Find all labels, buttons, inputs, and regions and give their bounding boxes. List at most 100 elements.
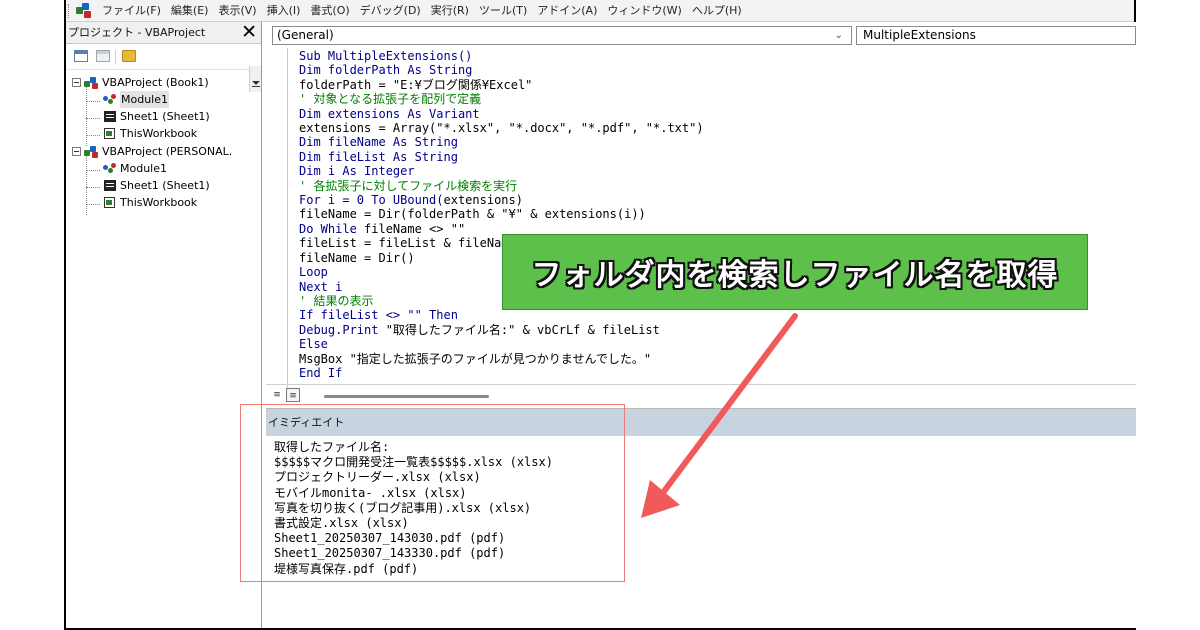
excel-app-icon[interactable]: [76, 2, 92, 19]
callout-text: フォルダ内を検索しファイル名を取得: [531, 258, 1059, 293]
tree-item-sheet1[interactable]: Sheet1 (Sheet1): [102, 177, 210, 194]
collapse-icon[interactable]: [72, 78, 81, 87]
scroll-down-icon[interactable]: [252, 81, 260, 85]
code-line: ' 対象となる拡張子を配列で定義: [299, 92, 704, 106]
code-token: ' 結果の表示: [299, 293, 374, 308]
workbook-icon: [102, 127, 117, 140]
menu-bar: ファイル(F) 編集(E) 表示(V) 挿入(I) 書式(O) デバッグ(D) …: [66, 0, 1134, 22]
callout-banner: フォルダ内を検索しファイル名を取得: [502, 234, 1088, 310]
procedure-view-icon[interactable]: ≡: [270, 388, 284, 402]
output-line: 堤様写真保存.pdf (pdf): [274, 561, 419, 576]
tree-item-label: ThisWorkbook: [120, 127, 198, 140]
code-line: Sub MultipleExtensions(): [299, 49, 704, 63]
tree-connector: [86, 187, 100, 188]
project-explorer-toolbar: [66, 44, 261, 92]
object-dropdown[interactable]: (General) ⌄: [272, 26, 852, 45]
margin-indicator-bar[interactable]: [266, 48, 288, 388]
code-token: Next i: [299, 279, 343, 294]
code-token: extensions = Array("*.xlsx", "*.docx", "…: [299, 121, 704, 136]
menu-format[interactable]: 書式(O): [305, 0, 354, 22]
vbe-window: ファイル(F) 編集(E) 表示(V) 挿入(I) 書式(O) デバッグ(D) …: [64, 0, 1136, 630]
code-token: extensions): [443, 193, 523, 208]
vbaproject-icon: [84, 76, 99, 89]
tree-item-thisworkbook[interactable]: ThisWorkbook: [102, 194, 197, 211]
horizontal-scrollbar[interactable]: [324, 395, 489, 398]
collapse-icon[interactable]: [72, 147, 81, 156]
close-icon[interactable]: ✕: [241, 23, 257, 42]
project-explorer: プロジェクト - VBAProject ✕ VBAProject (Book1)…: [66, 22, 262, 628]
output-line: 写真を切り抜く(ブログ記事用).xlsx (xlsx): [274, 500, 532, 515]
code-line: fileName = Dir(folderPath & "¥" & extens…: [299, 207, 704, 221]
menu-view[interactable]: 表示(V): [213, 0, 261, 22]
code-line: Dim fileName As String: [299, 135, 704, 149]
tree-item-sheet1[interactable]: Sheet1 (Sheet1): [102, 108, 210, 125]
code-token: fileName = Dir(folderPath & "¥" & extens…: [299, 207, 646, 222]
scrollbar[interactable]: [249, 66, 261, 92]
output-line: 書式設定.xlsx (xlsx): [274, 516, 409, 531]
code-line: Dim i As Integer: [299, 164, 704, 178]
code-token: For i = 0 To UBound(: [299, 193, 444, 208]
view-code-icon[interactable]: [74, 50, 88, 62]
output-line: $$$$$マクロ開発受注一覧表$$$$$.xlsx (xlsx): [274, 455, 553, 470]
immediate-output[interactable]: 取得したファイル名: $$$$$マクロ開発受注一覧表$$$$$.xlsx (xls…: [274, 440, 553, 577]
tree-item-thisworkbook[interactable]: ThisWorkbook: [102, 125, 197, 142]
tree-item-vbaproject-personal[interactable]: VBAProject (PERSONAL.: [72, 143, 232, 160]
tree-connector: [86, 204, 100, 205]
tree-item-label: ThisWorkbook: [120, 196, 198, 209]
code-token: folderPath = "E:¥ブログ関係¥Excel": [299, 77, 533, 92]
code-token: Else: [299, 337, 328, 352]
tree-item-label: Module1: [120, 162, 167, 175]
procedure-dropdown-value: MultipleExtensions: [863, 28, 976, 42]
code-line: Debug.Print "取得したファイル名:" & vbCrLf & file…: [299, 323, 704, 337]
tree-connector: [86, 84, 87, 146]
code-token: ' 各拡張子に対してファイル検索を実行: [299, 178, 518, 193]
chevron-down-icon[interactable]: ⌄: [835, 27, 843, 44]
menu-insert[interactable]: 挿入(I): [262, 0, 306, 22]
code-token: If fileList <> "" Then: [299, 308, 458, 323]
immediate-window-title: イミディエイト: [266, 409, 1136, 436]
output-line: モバイルmonita- .xlsx (xlsx): [274, 485, 467, 500]
output-line: プロジェクトリーダー.xlsx (xlsx): [274, 470, 481, 485]
menu-addins[interactable]: アドイン(A): [532, 0, 602, 22]
vbaproject-icon: [84, 145, 99, 158]
menu-window[interactable]: ウィンドウ(W): [602, 0, 686, 22]
tree-item-label: VBAProject (Book1): [102, 76, 209, 89]
code-token: Loop: [299, 265, 328, 280]
view-object-icon[interactable]: [96, 50, 110, 62]
menu-help[interactable]: ヘルプ(H): [687, 0, 747, 22]
tree-item-label: Sheet1 (Sheet1): [120, 179, 210, 192]
code-line: ' 各拡張子に対してファイル検索を実行: [299, 179, 704, 193]
toggle-folders-icon[interactable]: [122, 50, 136, 62]
toolbar-separator: [115, 50, 116, 64]
code-line: folderPath = "E:¥ブログ関係¥Excel": [299, 78, 704, 92]
code-token: Dim fileName As String: [299, 135, 458, 150]
code-token: Dim folderPath As String: [299, 63, 473, 78]
menu-file[interactable]: ファイル(F): [97, 0, 166, 22]
tree-item-module1[interactable]: Module1: [102, 160, 167, 177]
object-dropdown-value: (General): [277, 28, 334, 42]
tree-item-module1[interactable]: Module1: [102, 91, 169, 108]
tree-item-vbaproject-book1[interactable]: VBAProject (Book1): [72, 74, 209, 91]
code-token: fileName <> "": [364, 221, 466, 236]
procedure-dropdown[interactable]: MultipleExtensions: [856, 26, 1136, 45]
output-line: 取得したファイル名:: [274, 440, 390, 454]
workbook-icon: [102, 196, 117, 209]
menu-run[interactable]: 実行(R): [426, 0, 474, 22]
menu-debug[interactable]: デバッグ(D): [355, 0, 426, 22]
immediate-window: イミディエイト 取得したファイル名: $$$$$マクロ開発受注一覧表$$$$$.x…: [266, 408, 1136, 628]
code-line: Dim extensions As Variant: [299, 107, 704, 121]
code-editor[interactable]: Sub MultipleExtensions() Dim folderPath A…: [299, 49, 704, 380]
code-line: Dim fileList As String: [299, 150, 704, 164]
full-module-view-icon[interactable]: ≡: [286, 388, 300, 402]
output-line: Sheet1_20250307_143330.pdf (pdf): [274, 546, 506, 561]
code-token: fileName = Dir(): [299, 250, 415, 265]
tree-item-label: Module1: [120, 91, 169, 108]
menu-edit[interactable]: 編集(E): [166, 0, 214, 22]
menu-tools[interactable]: ツール(T): [474, 0, 532, 22]
tree-item-label: Sheet1 (Sheet1): [120, 110, 210, 123]
module-icon: [102, 162, 117, 175]
code-window: (General) ⌄ MultipleExtensions Sub Multi…: [266, 22, 1136, 408]
tree-item-label: VBAProject (PERSONAL.: [102, 145, 233, 158]
code-token: Dim i As Integer: [299, 164, 415, 179]
toolbar-grip[interactable]: [68, 3, 74, 18]
